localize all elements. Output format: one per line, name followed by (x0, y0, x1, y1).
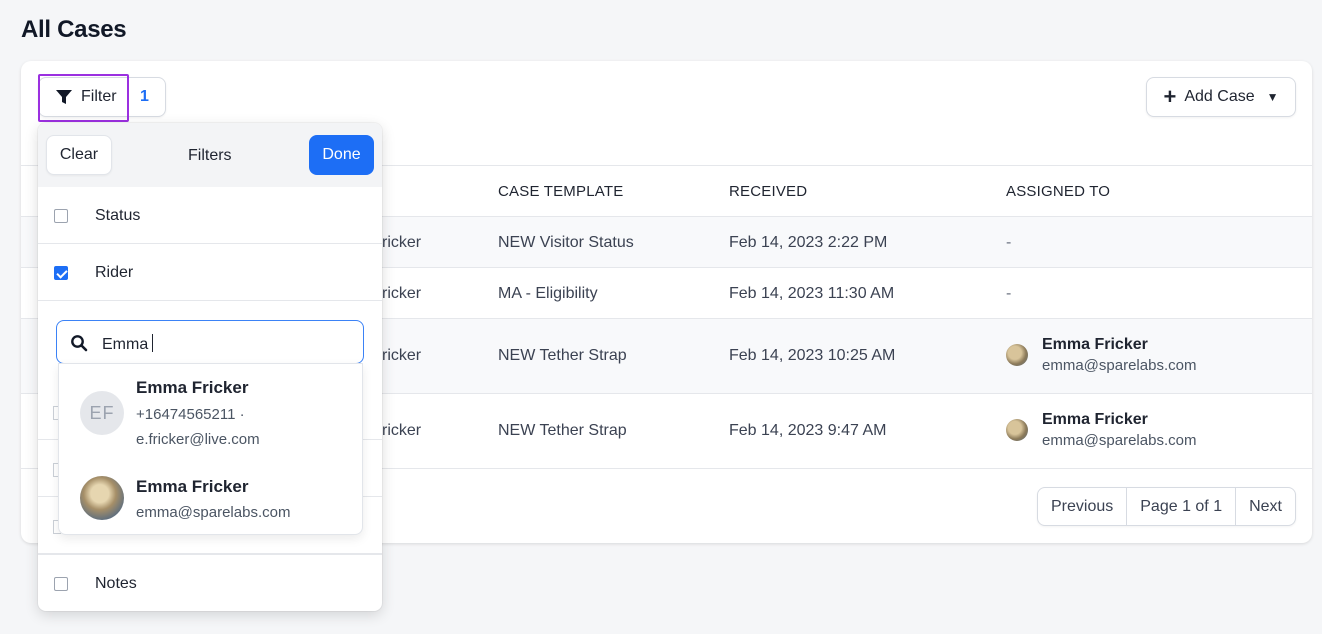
rider-cell: ricker (382, 285, 422, 302)
notes-checkbox[interactable] (54, 577, 68, 591)
plus-icon: + (1163, 84, 1177, 109)
result-email: e.fricker@live.com (136, 431, 260, 448)
column-header-received[interactable]: RECEIVED (729, 183, 807, 200)
column-header-case-template[interactable]: CASE TEMPLATE (498, 183, 623, 200)
list-item[interactable]: EF Emma Fricker +16474565211 · e.fricker… (59, 364, 364, 460)
case-template-cell: NEW Visitor Status (498, 234, 634, 251)
text-cursor (152, 334, 154, 352)
result-name: Emma Fricker (136, 477, 249, 496)
divider (128, 78, 129, 116)
filter-item-label: Notes (95, 575, 137, 592)
filter-item-rider[interactable]: Rider (38, 244, 382, 301)
case-template-cell: NEW Tether Strap (498, 347, 627, 364)
assignee-name: Emma Fricker (1042, 336, 1148, 353)
avatar (80, 476, 124, 520)
received-cell: Feb 14, 2023 11:30 AM (729, 285, 895, 302)
assigned-cell: - (1006, 285, 1012, 302)
case-template-cell: MA - Eligibility (498, 285, 598, 302)
pagination: Previous Page 1 of 1 Next (1037, 487, 1296, 526)
search-value: Emma (102, 336, 149, 353)
avatar-initials: EF (80, 391, 124, 435)
filter-item-status[interactable]: Status (38, 187, 382, 244)
filter-count-badge: 1 (140, 88, 149, 105)
filter-icon (55, 88, 73, 106)
add-case-label: Add Case (1184, 88, 1255, 105)
rider-cell: ricker (382, 347, 422, 364)
assignee-email: emma@sparelabs.com (1042, 432, 1197, 449)
chevron-down-icon[interactable]: ▼ (1267, 90, 1279, 104)
received-cell: Feb 14, 2023 2:22 PM (729, 234, 888, 251)
column-header-assigned-to[interactable]: ASSIGNED TO (1006, 183, 1110, 200)
list-item[interactable]: Emma Fricker emma@sparelabs.com (59, 460, 364, 536)
case-template-cell: NEW Tether Strap (498, 422, 627, 439)
filter-item-notes[interactable]: Notes (38, 554, 382, 611)
result-name: Emma Fricker (136, 378, 249, 397)
avatar (1006, 419, 1028, 441)
clear-button[interactable]: Clear (46, 135, 112, 175)
status-checkbox[interactable] (54, 209, 68, 223)
rider-search-results: EF Emma Fricker +16474565211 · e.fricker… (58, 363, 363, 535)
add-case-button[interactable]: + Add Case ▼ (1146, 77, 1296, 117)
search-icon (70, 334, 88, 352)
avatar (1006, 344, 1028, 366)
assignee-email: emma@sparelabs.com (1042, 357, 1197, 374)
rider-cell: ricker (382, 234, 422, 251)
received-cell: Feb 14, 2023 9:47 AM (729, 422, 887, 439)
received-cell: Feb 14, 2023 10:25 AM (729, 347, 896, 364)
result-email: emma@sparelabs.com (136, 504, 291, 521)
filter-item-label: Status (95, 207, 141, 224)
filter-panel: Clear Filters Done Status Rider Emma EF … (38, 123, 382, 611)
rider-search-input[interactable]: Emma (56, 320, 364, 364)
filter-button[interactable]: Filter 1 (38, 77, 166, 117)
page-title: All Cases (21, 16, 127, 43)
previous-button[interactable]: Previous (1038, 488, 1128, 525)
rider-checkbox[interactable] (54, 266, 68, 280)
done-button[interactable]: Done (309, 135, 374, 175)
assignee: Emma Fricker emma@sparelabs.com (1006, 411, 1196, 449)
filter-label: Filter (81, 88, 117, 105)
next-button[interactable]: Next (1236, 488, 1295, 525)
assignee-name: Emma Fricker (1042, 411, 1148, 428)
assigned-cell: - (1006, 234, 1012, 251)
rider-cell: ricker (382, 422, 422, 439)
result-phone: +16474565211 · (136, 406, 245, 423)
page-indicator: Page 1 of 1 (1127, 488, 1237, 525)
filter-panel-title: Filters (188, 147, 232, 164)
filter-panel-header: Clear Filters Done (38, 123, 382, 187)
filter-item-label: Rider (95, 264, 134, 281)
assignee: Emma Fricker emma@sparelabs.com (1006, 336, 1196, 374)
